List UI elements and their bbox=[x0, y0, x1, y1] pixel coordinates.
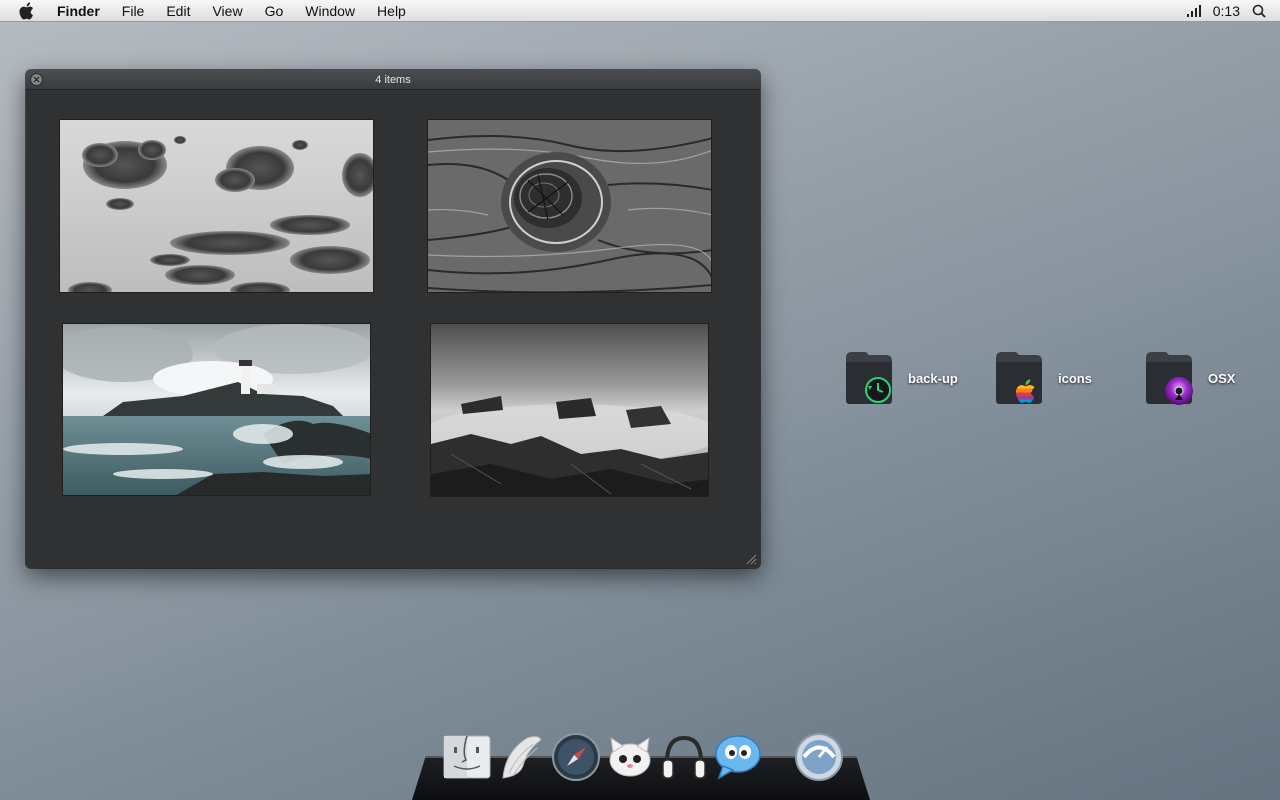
menu-clock[interactable]: 0:13 bbox=[1213, 3, 1240, 19]
menu-go[interactable]: Go bbox=[254, 0, 295, 22]
thumbnail-rocky-shore[interactable] bbox=[430, 323, 709, 497]
desktop-icon-icons[interactable]: icons bbox=[992, 350, 1092, 406]
menu-edit[interactable]: Edit bbox=[155, 0, 201, 22]
wings-dock-icon[interactable] bbox=[497, 732, 547, 782]
close-icon bbox=[33, 76, 40, 83]
menu-view[interactable]: View bbox=[201, 0, 253, 22]
thumbnail-clouds[interactable] bbox=[59, 119, 374, 293]
menu-bar: Finder File Edit View Go Window Help 0:1… bbox=[0, 0, 1280, 22]
window-title: 4 items bbox=[375, 73, 411, 86]
menu-app-name[interactable]: Finder bbox=[46, 0, 111, 22]
menu-help[interactable]: Help bbox=[366, 0, 417, 22]
window-titlebar[interactable]: 4 items bbox=[26, 70, 760, 90]
time-machine-drive-icon bbox=[846, 352, 892, 404]
desktop-icon-label: icons bbox=[1058, 370, 1092, 386]
thumbnail-wood-knot[interactable] bbox=[427, 119, 712, 293]
menu-file[interactable]: File bbox=[111, 0, 156, 22]
safari-dock-icon[interactable] bbox=[551, 732, 601, 782]
finder-dock-icon[interactable] bbox=[442, 732, 492, 782]
desktop-icon-back-up[interactable]: back-up bbox=[842, 350, 958, 406]
finder-window: 4 items bbox=[26, 70, 760, 568]
thumbnail-lighthouse-seascape[interactable] bbox=[62, 323, 371, 496]
desktop-icon-label: OSX bbox=[1208, 370, 1236, 386]
app-dial-dock-icon[interactable] bbox=[794, 732, 844, 782]
chat-bubble-dock-icon[interactable] bbox=[713, 732, 763, 782]
desktop-icon-osx[interactable]: OSX bbox=[1142, 350, 1235, 406]
apple-menu-icon[interactable] bbox=[18, 1, 36, 20]
window-close-button[interactable] bbox=[30, 73, 43, 86]
osx-disc-drive-icon bbox=[1146, 352, 1193, 405]
rainbow-apple-drive-icon bbox=[996, 352, 1042, 404]
menu-window[interactable]: Window bbox=[294, 0, 366, 22]
headphones-dock-icon[interactable] bbox=[659, 732, 709, 782]
cat-mascot-dock-icon[interactable] bbox=[605, 732, 655, 782]
spotlight-search-icon[interactable] bbox=[1252, 4, 1266, 18]
desktop-icon-label: back-up bbox=[908, 370, 958, 386]
resize-grip-icon[interactable] bbox=[745, 553, 757, 565]
signal-strength-icon[interactable] bbox=[1186, 4, 1201, 17]
